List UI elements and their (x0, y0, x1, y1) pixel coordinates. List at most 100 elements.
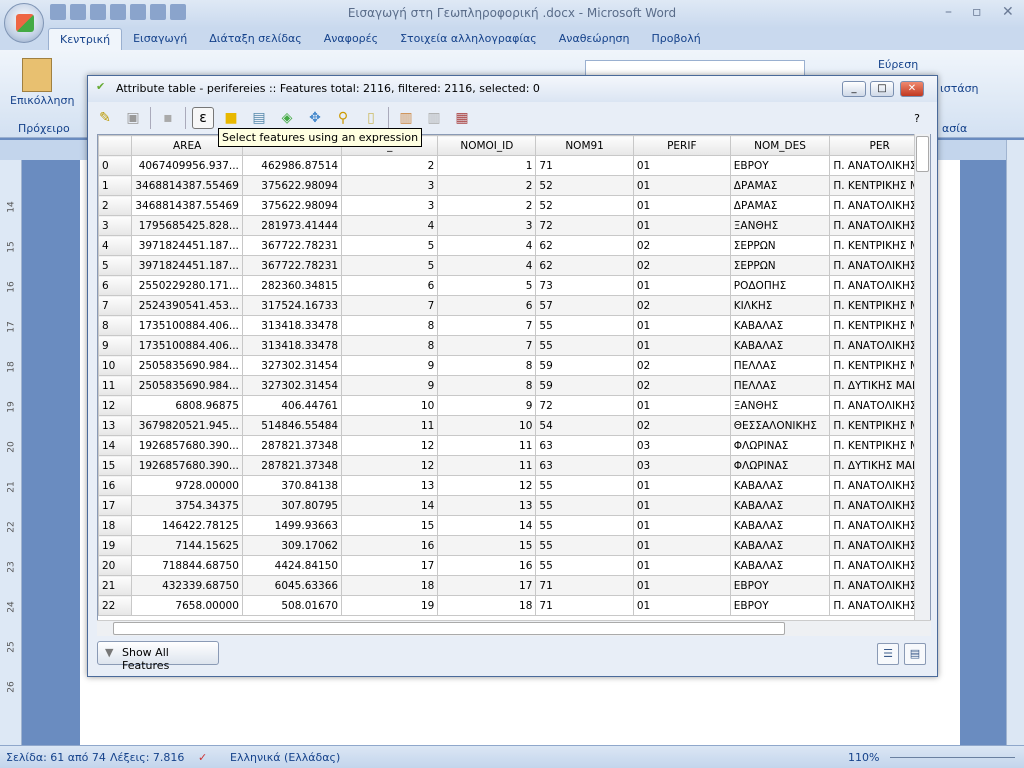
table-cell[interactable]: 01 (632, 155, 731, 176)
table-cell[interactable]: 02 (632, 295, 731, 316)
table-cell[interactable]: ΕΒΡΟΥ (729, 595, 831, 616)
table-cell[interactable]: 54 (535, 415, 634, 436)
table-cell[interactable]: 6045.63366 (241, 575, 343, 596)
document-scrollbar[interactable] (1006, 140, 1024, 745)
table-cell[interactable]: ΣΕΡΡΩΝ (729, 235, 831, 256)
zoom-slider[interactable] (890, 757, 1015, 758)
table-cell[interactable]: 9 (437, 395, 537, 416)
table-cell[interactable]: ΦΛΩΡΙΝΑΣ (729, 435, 831, 456)
table-cell[interactable]: 13 (341, 475, 439, 496)
table-cell[interactable]: 718844.68750 (131, 555, 243, 576)
table-cell[interactable]: 18 (437, 595, 537, 616)
table-cell[interactable]: 146422.78125 (131, 515, 243, 536)
table-cell[interactable]: 4424.84150 (241, 555, 343, 576)
table-cell[interactable]: 8 (341, 335, 439, 356)
table-row[interactable]: 22 7658.00000 508.01670 19 18 71 01 ΕΒΡΟΥ Π. ΑΝΑ… (98, 595, 930, 616)
ribbon-tab[interactable]: Κεντρική (48, 28, 123, 50)
table-row[interactable]: 4 3971824451.187... 367722.78231 5 4 62 02 ΣΕΡΡ… (98, 235, 930, 256)
delete-selected-icon[interactable]: ▪ (157, 107, 179, 129)
ribbon-tab[interactable]: Προβολή (641, 28, 712, 50)
table-cell[interactable]: 462986.87514 (241, 155, 343, 176)
table-cell[interactable]: 313418.33478 (241, 335, 343, 356)
attribute-table[interactable]: AREA_NOMOI_IDNOM91PERIFNOM_DESPER 040674… (97, 134, 931, 636)
table-cell[interactable]: 11 (341, 415, 439, 436)
restore-button[interactable]: ▫ (972, 4, 982, 20)
column-header[interactable]: NOMOI_ID (437, 135, 537, 156)
column-header[interactable]: NOM_DES (729, 135, 831, 156)
table-cell[interactable]: 7 (341, 295, 439, 316)
table-row[interactable]: 19 7144.15625 309.17062 16 15 55 01 ΚΑΒΑΛΑΣ Π. Α… (98, 535, 930, 556)
table-cell[interactable]: ΔΡΑΜΑΣ (729, 175, 831, 196)
table-cell[interactable]: ΠΕΛΛΑΣ (729, 355, 831, 376)
table-cell[interactable]: 281973.41444 (241, 215, 343, 236)
table-cell[interactable]: 02 (632, 415, 731, 436)
table-cell[interactable]: 01 (632, 315, 731, 336)
undo-icon[interactable] (150, 4, 166, 20)
row-header[interactable]: 3 (98, 215, 133, 236)
minimize-button[interactable]: – (945, 4, 952, 20)
table-cell[interactable]: 313418.33478 (241, 315, 343, 336)
table-cell[interactable]: 2550229280.171... (131, 275, 243, 296)
print-icon[interactable] (110, 4, 126, 20)
row-header[interactable]: 18 (98, 515, 133, 536)
table-cell[interactable]: 57 (535, 295, 634, 316)
row-header[interactable]: 12 (98, 395, 133, 416)
dialog-close-button[interactable]: ✕ (900, 81, 924, 97)
edit-pencil-icon[interactable]: ✎ (94, 107, 116, 129)
table-cell[interactable]: ΘΕΣΣΑΛΟΝΙΚΗΣ (729, 415, 831, 436)
word-count[interactable]: Λέξεις: 7.816 (110, 751, 184, 764)
pan-to-selected-icon[interactable]: ✥ (304, 107, 326, 129)
table-cell[interactable]: 375622.98094 (241, 175, 343, 196)
table-cell[interactable]: 03 (632, 435, 731, 456)
table-cell[interactable]: 8 (341, 315, 439, 336)
table-cell[interactable]: 3679820521.945... (131, 415, 243, 436)
table-cell[interactable]: 01 (632, 575, 731, 596)
table-cell[interactable]: 55 (535, 515, 634, 536)
table-cell[interactable]: 4 (341, 215, 439, 236)
table-cell[interactable]: 1 (437, 155, 537, 176)
table-cell[interactable]: 01 (632, 515, 731, 536)
row-header[interactable]: 21 (98, 575, 133, 596)
help-button[interactable]: ? (914, 112, 920, 125)
table-cell[interactable]: 17 (437, 575, 537, 596)
table-cell[interactable]: 3468814387.55469 (131, 195, 243, 216)
table-cell[interactable]: 01 (632, 475, 731, 496)
table-cell[interactable]: 6 (341, 275, 439, 296)
table-cell[interactable]: ΚΑΒΑΛΑΣ (729, 535, 831, 556)
table-cell[interactable]: 282360.34815 (241, 275, 343, 296)
table-row[interactable]: 15 1926857680.390... 287821.37348 12 11 63 03 Φ… (98, 455, 930, 476)
row-header[interactable]: 19 (98, 535, 133, 556)
table-cell[interactable]: 11 (437, 435, 537, 456)
table-cell[interactable]: 7658.00000 (131, 595, 243, 616)
table-cell[interactable]: 8 (437, 355, 537, 376)
table-cell[interactable]: 9 (341, 375, 439, 396)
table-cell[interactable]: 2505835690.984... (131, 375, 243, 396)
table-cell[interactable]: ΚΑΒΑΛΑΣ (729, 495, 831, 516)
table-cell[interactable]: 13 (437, 495, 537, 516)
table-cell[interactable]: 1499.93663 (241, 515, 343, 536)
zoom-level[interactable]: 110% (848, 751, 879, 764)
table-vertical-scrollbar[interactable] (914, 134, 930, 620)
table-row[interactable]: 10 2505835690.984... 327302.31454 9 8 59 02 ΠΕΛ… (98, 355, 930, 376)
table-cell[interactable]: 19 (341, 595, 439, 616)
table-cell[interactable]: 03 (632, 455, 731, 476)
table-cell[interactable]: 7144.15625 (131, 535, 243, 556)
table-cell[interactable]: 370.84138 (241, 475, 343, 496)
table-cell[interactable]: 63 (535, 455, 634, 476)
table-cell[interactable]: 2 (437, 195, 537, 216)
table-cell[interactable]: ΔΡΑΜΑΣ (729, 195, 831, 216)
table-cell[interactable]: 1795685425.828... (131, 215, 243, 236)
table-row[interactable]: 17 3754.34375 307.80795 14 13 55 01 ΚΑΒΑΛΑΣ Π. Α… (98, 495, 930, 516)
table-cell[interactable]: 1735100884.406... (131, 335, 243, 356)
table-cell[interactable]: 5 (341, 235, 439, 256)
table-cell[interactable]: 4 (437, 235, 537, 256)
ribbon-tab[interactable]: Εισαγωγή (122, 28, 198, 50)
table-cell[interactable]: 6808.96875 (131, 395, 243, 416)
table-cell[interactable]: 5 (341, 255, 439, 276)
table-cell[interactable]: 71 (535, 155, 634, 176)
row-header[interactable]: 8 (98, 315, 133, 336)
horizontal-scroll-thumb[interactable] (113, 622, 785, 635)
table-cell[interactable]: 62 (535, 235, 634, 256)
table-cell[interactable]: 62 (535, 255, 634, 276)
table-cell[interactable]: 10 (341, 395, 439, 416)
